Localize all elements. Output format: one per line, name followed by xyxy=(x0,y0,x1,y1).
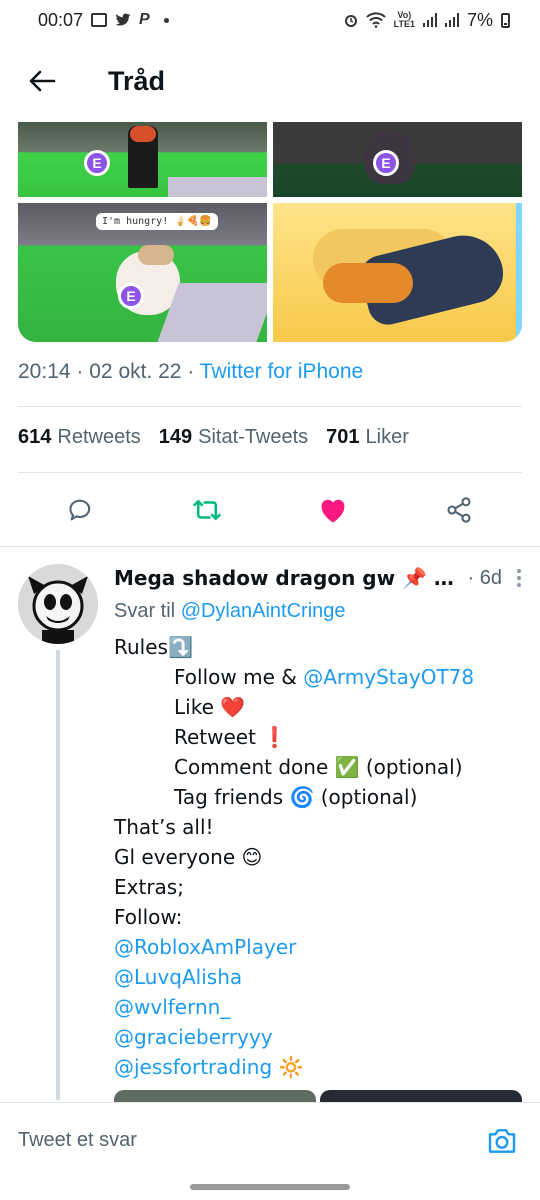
page-title: Tråd xyxy=(108,65,166,96)
share-icon xyxy=(447,497,471,523)
arrow-left-icon xyxy=(29,70,56,92)
tweet-media-grid: E E I'm hungry! 🍦🍕🍔 E xyxy=(18,122,522,342)
comment-icon xyxy=(69,499,91,521)
badge-e-icon: E xyxy=(84,150,110,176)
media-image-4[interactable] xyxy=(273,203,522,342)
line-follow: Follow: xyxy=(114,905,183,929)
wifi-icon xyxy=(365,12,386,28)
dragon-wing xyxy=(323,263,413,303)
line-thats-all: That’s all! xyxy=(114,815,214,839)
status-time: 00:07 xyxy=(38,9,84,30)
like-button[interactable] xyxy=(311,488,355,532)
share-button[interactable] xyxy=(437,488,481,532)
retweets-count: 614 xyxy=(18,426,52,448)
tweet-timestamp-row: 20:14 · 02 okt. 22 · Twitter for iPhone xyxy=(18,360,363,384)
line-rules: Rules⤵️ xyxy=(114,635,193,659)
back-button[interactable] xyxy=(12,51,72,111)
retweet-icon xyxy=(193,500,221,520)
likes-count: 701 xyxy=(326,426,360,448)
tweet-stats: 614 Retweets 149 Sitat-Tweets 701 Liker xyxy=(18,426,409,449)
quote-count: 149 xyxy=(158,426,193,448)
signal-bars-2-icon xyxy=(444,13,459,27)
retweets-label: Retweets xyxy=(57,426,141,448)
likes-stat[interactable]: 701 Liker xyxy=(326,426,409,449)
reply-author-name[interactable]: Mega shadow dragon gw 📌 … xyxy=(114,566,454,590)
line-like: Like ❤️ xyxy=(174,695,246,719)
media-image-3[interactable]: I'm hungry! 🍦🍕🍔 E xyxy=(18,203,267,342)
line-jessfortrading: @jessfortrading 🔆 xyxy=(114,1052,524,1082)
reply-header: Mega shadow dragon gw 📌 … · 6d xyxy=(114,566,524,590)
twitter-icon xyxy=(115,13,131,27)
camera-icon xyxy=(488,1128,516,1153)
top-app-bar: Tråd xyxy=(0,40,540,122)
home-indicator[interactable] xyxy=(190,1184,350,1190)
mention-wvlfernn[interactable]: @wvlfernn_ xyxy=(114,992,524,1022)
mention-luvqalisha[interactable]: @LuvqAlisha xyxy=(114,962,524,992)
line-follow-me: Follow me & @ArmyStayOT78 xyxy=(114,662,524,692)
notification-dot-icon xyxy=(163,17,169,23)
meta-separator: · xyxy=(76,360,84,383)
reply-time: · 6d xyxy=(467,566,502,589)
reply-composer-bar xyxy=(0,1102,540,1178)
p-app-icon: P xyxy=(139,11,150,28)
heart-filled-icon xyxy=(321,499,345,523)
avatar-image xyxy=(18,564,98,644)
speech-bubble: I'm hungry! 🍦🍕🍔 xyxy=(96,213,218,230)
character-hair xyxy=(130,126,156,142)
line-extras: Extras; xyxy=(114,875,184,899)
line-tag: Tag friends 🌀 (optional) xyxy=(174,785,418,809)
mention-jessfortrading[interactable]: @jessfortrading xyxy=(114,1055,272,1079)
follow-prefix: Follow me & xyxy=(174,665,304,689)
reply-body: Rules⤵️ Follow me & @ArmyStayOT78 Like ❤… xyxy=(114,632,524,1082)
reply-input[interactable] xyxy=(18,1129,484,1152)
reply-button[interactable] xyxy=(59,488,103,532)
quote-label: Sitat-Tweets xyxy=(198,426,309,448)
meta-separator-2: · xyxy=(187,360,195,383)
signal-bars-icon xyxy=(422,13,437,27)
reply-to-handle[interactable]: @DylanAintCringe xyxy=(181,600,346,622)
battery-percent: 7% xyxy=(466,9,493,30)
badge-e-3-icon: E xyxy=(118,283,144,309)
reply-to-line: Svar til @DylanAintCringe xyxy=(114,600,346,623)
divider-2 xyxy=(18,472,522,473)
retweet-button[interactable] xyxy=(185,488,229,532)
more-options-icon[interactable] xyxy=(514,569,524,587)
likes-label: Liker xyxy=(365,426,409,448)
media-image-1[interactable]: E xyxy=(18,122,267,197)
tweet-time: 20:14 xyxy=(18,360,71,383)
quote-tweets-stat[interactable]: 149 Sitat-Tweets xyxy=(159,426,308,449)
divider xyxy=(18,406,522,407)
lte-icon: Vo) LTE1 xyxy=(393,10,415,29)
avatar[interactable] xyxy=(18,564,98,644)
gallery-icon xyxy=(91,13,108,27)
line-retweet: Retweet ❗ xyxy=(174,725,288,749)
image-edge xyxy=(516,203,522,342)
tweet-source-link[interactable]: Twitter for iPhone xyxy=(200,360,363,383)
badge-e-2-icon: E xyxy=(373,150,399,176)
status-bar: 00:07 P Vo) LTE1 7% xyxy=(0,0,540,40)
divider-3 xyxy=(0,546,540,547)
media-image-2[interactable]: E xyxy=(273,122,522,197)
reply-to-prefix: Svar til xyxy=(114,600,176,622)
line-comment: Comment done ✅ (optional) xyxy=(174,755,463,779)
path-tile xyxy=(168,177,267,197)
mention-armystayot78[interactable]: @ArmyStayOT78 xyxy=(303,665,474,689)
thread-line xyxy=(56,650,60,1100)
camera-button[interactable] xyxy=(484,1123,520,1159)
alarm-icon xyxy=(344,12,358,28)
tweet-actions xyxy=(18,490,522,530)
battery-icon xyxy=(501,12,510,28)
tweet-date: 02 okt. 22 xyxy=(89,360,182,383)
retweets-stat[interactable]: 614 Retweets xyxy=(18,426,141,449)
line-gl: Gl everyone 😊 xyxy=(114,845,263,869)
pet-head xyxy=(138,245,174,265)
sun-emoji: 🔆 xyxy=(272,1055,304,1079)
mention-robloxamplayer[interactable]: @RobloxAmPlayer xyxy=(114,932,524,962)
mention-gracieberryyy[interactable]: @gracieberryyy xyxy=(114,1022,524,1052)
